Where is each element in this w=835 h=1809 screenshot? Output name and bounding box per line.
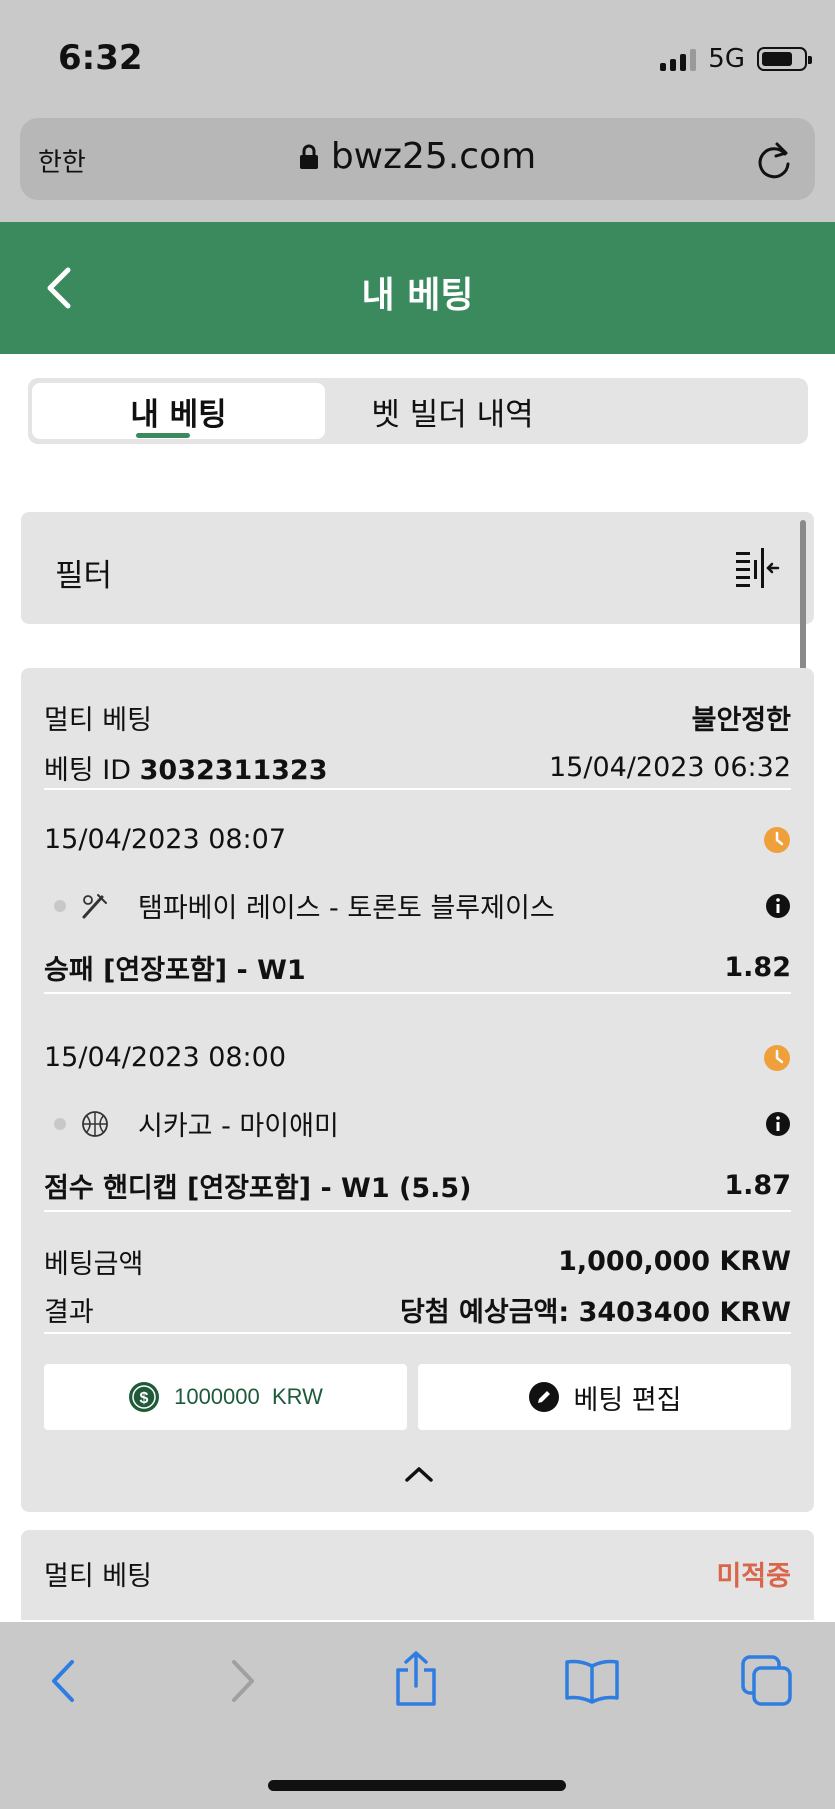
dollar-coin-icon: $ [129,1382,160,1412]
clock-icon [764,1044,790,1071]
battery-icon [757,47,812,71]
bookmarks-icon[interactable] [564,1658,620,1704]
url-display[interactable]: bwz25.com [20,136,815,177]
bet-header-row: 멀티 베팅 미적중 [44,1554,791,1593]
selection-match-row: 시카고 - 마이애미 [54,1104,791,1143]
bet-type: 멀티 베팅 [44,705,152,736]
share-icon[interactable] [394,1650,438,1706]
bet-id-row: 베팅 ID 3032311323 15/04/2023 06:32 [44,748,791,787]
selection-match: 탬파베이 레이스 - 토론토 블루제이스 [138,893,555,924]
selection-market-row: 점수 핸디캡 [연장포함] - W1 (5.5) 1.87 [44,1166,791,1205]
info-icon[interactable] [765,1111,791,1137]
bet-id-label: 베팅 ID [44,755,132,786]
app-header: 내 베팅 [0,222,835,354]
chevron-up-icon[interactable] [404,1464,434,1484]
page-title: 내 베팅 [361,275,474,316]
network-label: 5G [708,44,745,74]
browser-toolbar [0,1622,835,1809]
status-time: 6:32 [58,38,143,78]
divider [44,1210,791,1212]
tab-my-bets[interactable]: 내 베팅 [32,383,325,439]
selection-datetime: 15/04/2023 08:00 [44,1042,287,1073]
bet-card: 멀티 베팅 미적중 [21,1530,814,1620]
selection-datetime: 15/04/2023 08:07 [44,824,287,855]
filter-collapse-icon[interactable] [734,548,780,588]
status-indicators: 5G [660,44,812,74]
selection-odds: 1.87 [724,1170,791,1201]
selection-market-row: 승패 [연장포함] - W1 1.82 [44,948,791,987]
selection-market: 점수 핸디캡 [연장포함] - W1 (5.5) [44,1173,472,1204]
info-icon[interactable] [765,893,791,919]
tab-bet-builder-history[interactable]: 벳 빌더 내역 [325,383,580,439]
stake-value: 1,000,000 KRW [558,1246,791,1277]
filter-panel[interactable]: 필터 [21,512,814,624]
divider [44,788,791,790]
tab-bar: 내 베팅 벳 빌더 내역 [28,378,808,444]
stake-amount-button[interactable]: $ 1000000 KRW [44,1364,407,1430]
browser-forward-icon[interactable] [228,1658,258,1704]
selection-match: 시카고 - 마이애미 [138,1111,339,1142]
clock-icon [764,826,790,853]
status-dot [54,1117,66,1130]
bet-id-value: 3032311323 [139,755,328,786]
address-bar[interactable]: 한한 bwz25.com [20,118,815,200]
bet-type: 멀티 베팅 [44,1561,152,1592]
bet-placed-date: 15/04/2023 06:32 [548,752,791,783]
url-text: bwz25.com [330,136,537,177]
basketball-icon [82,1110,108,1137]
result-label: 결과 [44,1297,94,1328]
svg-text:$: $ [140,1390,149,1407]
bet-header-row: 멀티 베팅 불안정한 [44,698,791,737]
browser-back-icon[interactable] [48,1658,78,1704]
battery-level [762,52,792,66]
stake-label: 베팅금액 [44,1249,144,1280]
selection-match-row: 탬파베이 레이스 - 토론토 블루제이스 [54,886,791,925]
status-bar: 6:32 5G [0,0,835,118]
signal-icon [660,47,697,71]
lock-icon [299,144,318,169]
stake-row: 베팅금액 1,000,000 KRW [44,1242,791,1281]
stake-button-label: 1000000 KRW [174,1384,323,1409]
bet-card: 멀티 베팅 불안정한 베팅 ID 3032311323 15/04/2023 0… [21,668,814,1512]
bet-status: 불안정한 [691,705,791,736]
bet-id: 베팅 ID 3032311323 [44,748,328,787]
selection-odds: 1.82 [724,952,791,983]
browser-address-area: 한한 bwz25.com [0,118,835,222]
selection-datetime-row: 15/04/2023 08:07 [44,824,791,855]
reload-icon[interactable] [755,140,793,180]
edit-bet-button[interactable]: 베팅 편집 [418,1364,791,1430]
status-dot [54,899,66,912]
bet-status: 미적중 [716,1561,791,1592]
edit-bet-label: 베팅 편집 [573,1384,682,1416]
tabs-icon[interactable] [740,1654,794,1706]
pencil-icon [528,1382,559,1412]
divider [44,1332,791,1334]
result-row: 결과 당첨 예상금액: 3403400 KRW [44,1290,791,1329]
divider [44,992,791,994]
baseball-icon [82,893,107,918]
selection-market: 승패 [연장포함] - W1 [44,955,306,986]
selection-datetime-row: 15/04/2023 08:00 [44,1042,791,1073]
filter-label: 필터 [55,558,113,594]
potential-win: 당첨 예상금액: 3403400 KRW [399,1297,791,1328]
home-indicator [268,1780,566,1791]
